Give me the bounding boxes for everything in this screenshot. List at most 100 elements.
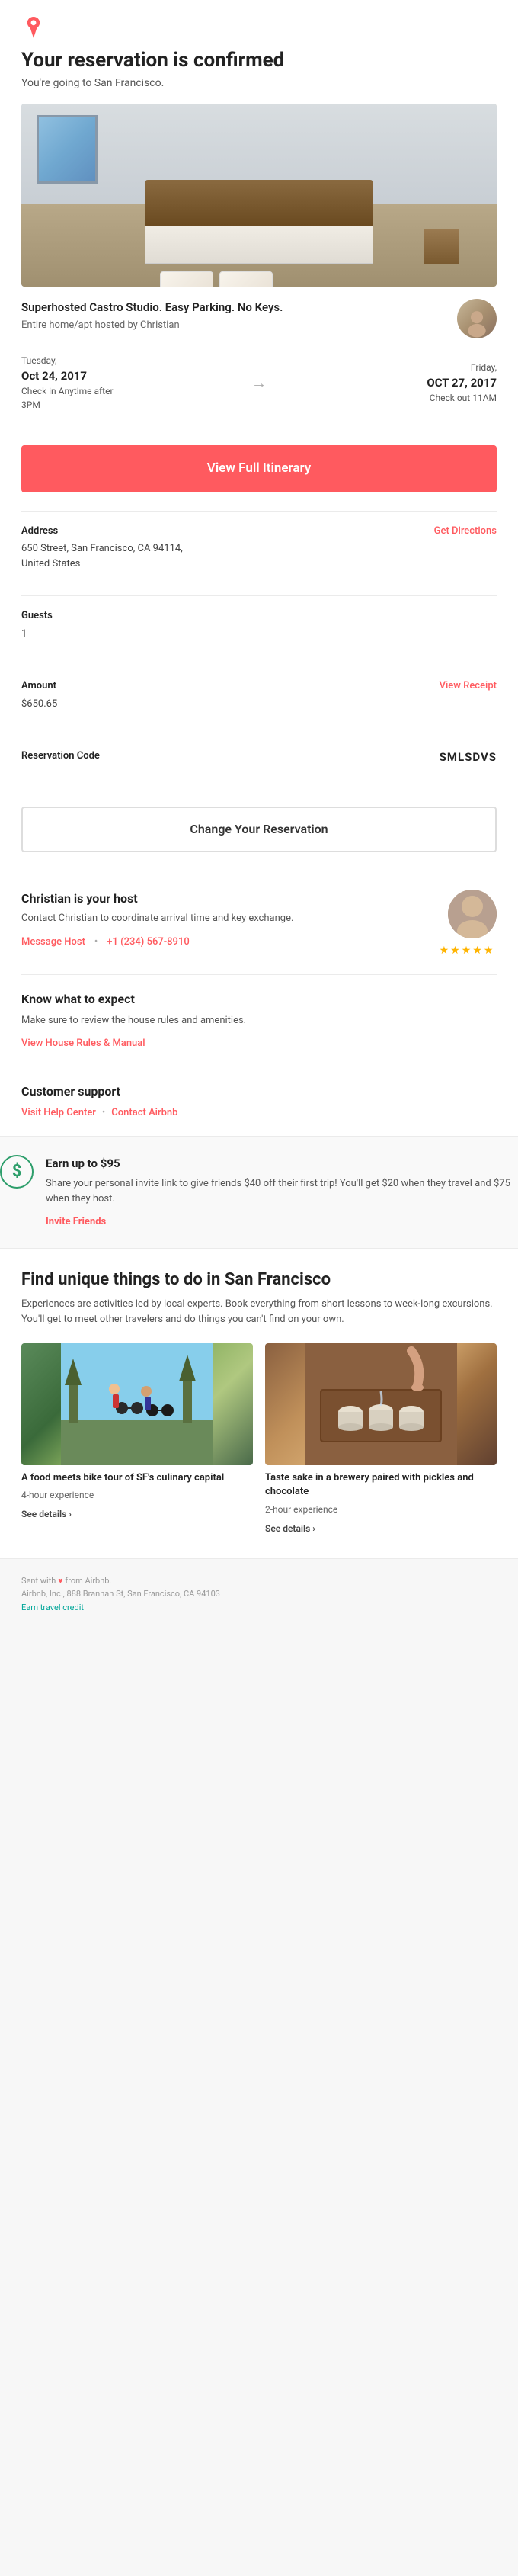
dollar-icon: $ <box>0 1155 34 1189</box>
support-separator: • <box>102 1105 105 1121</box>
star-1: ★ <box>440 943 449 959</box>
guests-row: Guests 1 <box>21 608 497 641</box>
experiences-grid: A food meets bike tour of SF's culinary … <box>21 1343 497 1536</box>
bed-body <box>145 226 373 264</box>
checkin-sub: Check in Anytime after 3PM <box>21 384 239 412</box>
address-value: 650 Street, San Francisco, CA 94114, Uni… <box>21 541 183 571</box>
referral-section: $ Earn up to $95 Share your personal inv… <box>0 1136 518 1249</box>
experience-image-bike <box>21 1343 253 1465</box>
bed-pillow-right <box>219 271 273 287</box>
invite-friends-link[interactable]: Invite Friends <box>46 1216 106 1227</box>
contact-separator: • <box>94 935 98 950</box>
checkin-date: Oct 24, 2017 <box>21 369 239 383</box>
host-stars: ★ ★ ★ ★ ★ <box>440 943 494 959</box>
amount-block: Amount $650.65 <box>21 678 57 711</box>
message-host-link[interactable]: Message Host <box>21 935 85 950</box>
star-4: ★ <box>472 943 482 959</box>
help-center-link[interactable]: Visit Help Center <box>21 1105 96 1121</box>
amount-section: Amount $650.65 View Receipt <box>21 666 497 736</box>
referral-text: Share your personal invite link to give … <box>46 1176 518 1206</box>
room-nightstand <box>424 229 459 264</box>
guests-block: Guests 1 <box>21 608 53 641</box>
sake-experience-svg <box>265 1343 497 1465</box>
checkout-date: OCT 27, 2017 <box>279 376 497 390</box>
host-avatar-large-svg <box>448 890 497 938</box>
experiences-title: Find unique things to do in San Francisc… <box>21 1270 497 1290</box>
property-image <box>21 104 497 287</box>
star-2: ★ <box>450 943 460 959</box>
checkin-block: Tuesday, Oct 24, 2017 Check in Anytime a… <box>21 354 239 412</box>
checkout-block: Friday, OCT 27, 2017 Check out 11AM <box>279 361 497 405</box>
email-wrapper: Your reservation is confirmed You're goi… <box>0 0 518 1629</box>
airbnb-logo-icon <box>21 15 46 40</box>
guests-label: Guests <box>21 608 53 624</box>
amount-value: $650.65 <box>21 697 57 712</box>
guests-section: Guests 1 <box>21 595 497 666</box>
host-title: Christian is your host <box>21 890 436 908</box>
view-receipt-link[interactable]: View Receipt <box>440 678 497 694</box>
house-rules-title: Know what to expect <box>21 990 497 1009</box>
host-row: Christian is your host Contact Christian… <box>21 890 497 959</box>
change-reservation-button[interactable]: Change Your Reservation <box>21 807 497 852</box>
get-directions-link[interactable]: Get Directions <box>434 524 497 539</box>
address-section: Address 650 Street, San Francisco, CA 94… <box>21 511 497 596</box>
bed-headboard <box>145 180 373 226</box>
host-contact: Message Host • +1 (234) 567-8910 <box>21 935 436 950</box>
room-bed <box>145 180 373 264</box>
reservation-code-row: Reservation Code SMLSDVS <box>21 749 497 767</box>
footer-sent-with: Sent with <box>21 1576 56 1586</box>
footer: Sent with ♥ from Airbnb. Airbnb, Inc., 8… <box>0 1558 518 1630</box>
bed-pillows <box>160 271 273 287</box>
experience-name-sake: Taste sake in a brewery paired with pick… <box>265 1471 497 1499</box>
experiences-section: Find unique things to do in San Francisc… <box>0 1248 518 1557</box>
star-3: ★ <box>462 943 472 959</box>
email-header <box>0 0 518 49</box>
airbnb-logo <box>21 15 497 40</box>
host-avatar-svg <box>462 305 491 338</box>
host-description: Contact Christian to coordinate arrival … <box>21 911 436 926</box>
experience-image-sake <box>265 1343 497 1465</box>
address-block: Address 650 Street, San Francisco, CA 94… <box>21 524 183 572</box>
house-rules-description: Make sure to review the house rules and … <box>21 1013 497 1028</box>
confirmation-title: Your reservation is confirmed <box>21 49 497 72</box>
house-rules-section: Know what to expect Make sure to review … <box>21 974 497 1067</box>
guests-value: 1 <box>21 627 53 642</box>
bed-pillow-left <box>160 271 213 287</box>
experiences-text: Experiences are activities led by local … <box>21 1297 497 1329</box>
bike-experience-svg <box>21 1343 253 1465</box>
checkin-day: Tuesday, <box>21 354 239 367</box>
host-phone: +1 (234) 567-8910 <box>107 935 189 950</box>
bed-mattress <box>145 226 373 264</box>
referral-title: Earn up to $95 <box>46 1155 518 1173</box>
checkout-sub: Check out 11AM <box>279 391 497 405</box>
experience-duration-sake: 2-hour experience <box>265 1503 497 1516</box>
property-text: Superhosted Castro Studio. Easy Parking.… <box>21 299 445 332</box>
main-content: Your reservation is confirmed You're goi… <box>0 49 518 1136</box>
amount-row: Amount $650.65 View Receipt <box>21 678 497 711</box>
experience-card-sake: Taste sake in a brewery paired with pick… <box>265 1343 497 1536</box>
experience-duration-bike: 4-hour experience <box>21 1488 253 1502</box>
dates-section: Tuesday, Oct 24, 2017 Check in Anytime a… <box>21 354 497 427</box>
property-info: Superhosted Castro Studio. Easy Parking.… <box>21 299 497 338</box>
experience-link-sake[interactable]: See details <box>265 1523 315 1534</box>
contact-airbnb-link[interactable]: Contact Airbnb <box>111 1105 177 1121</box>
footer-address: Airbnb, Inc., 888 Brannan St, San Franci… <box>21 1589 220 1599</box>
room-window <box>37 115 98 184</box>
property-host: Entire home/apt hosted by Christian <box>21 318 445 333</box>
view-itinerary-button[interactable]: View Full Itinerary <box>21 445 497 492</box>
room-scene <box>21 104 497 287</box>
amount-label: Amount <box>21 678 57 694</box>
host-section: Christian is your host Contact Christian… <box>21 874 497 974</box>
reservation-code-value: SMLSDVS <box>440 749 497 766</box>
host-avatar-large <box>448 890 497 938</box>
earn-travel-credit-link[interactable]: Earn travel credit <box>21 1602 84 1612</box>
host-info: Christian is your host Contact Christian… <box>21 890 436 950</box>
house-rules-link[interactable]: View House Rules & Manual <box>21 1038 145 1049</box>
checkout-day: Friday, <box>279 361 497 374</box>
reservation-code-label: Reservation Code <box>21 749 100 764</box>
support-title: Customer support <box>21 1083 497 1101</box>
experience-link-bike[interactable]: See details <box>21 1509 72 1519</box>
support-section: Customer support Visit Help Center • Con… <box>21 1067 497 1136</box>
date-arrow: → <box>239 371 279 394</box>
confirmation-subtitle: You're going to San Francisco. <box>21 75 497 91</box>
